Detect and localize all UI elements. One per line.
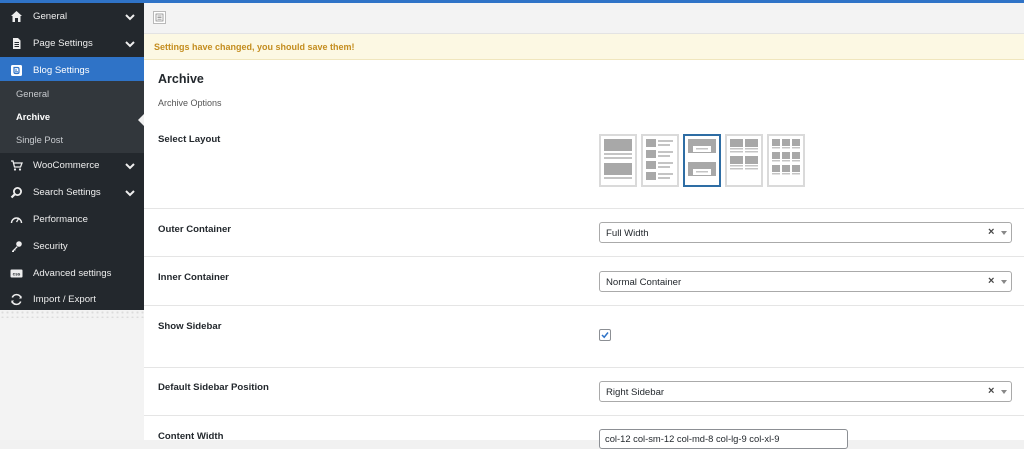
submenu-item-archive[interactable]: Archive	[16, 112, 50, 122]
sidebar-menu: General Page Settings Blog Settings Gene…	[0, 3, 144, 310]
clear-icon[interactable]: ×	[988, 226, 994, 238]
sidebar-item-security[interactable]: Security	[0, 233, 144, 260]
layout-two-column-icon	[730, 139, 758, 170]
layout-picker	[599, 134, 809, 189]
sidebar-item-search-settings[interactable]: Search Settings	[0, 179, 144, 206]
submenu-item-single-post[interactable]: Single Post	[16, 135, 63, 145]
layout-full-icon	[604, 139, 632, 179]
dropdown-arrow-icon[interactable]	[1001, 280, 1007, 284]
dropdown-arrow-icon[interactable]	[1001, 390, 1007, 394]
layout-three-column-icon	[772, 139, 800, 175]
show-sidebar-label: Show Sidebar	[158, 321, 222, 332]
submenu-item-general[interactable]: General	[16, 89, 49, 99]
key-icon	[12, 241, 22, 252]
outer-container-select[interactable]: Full Width ×	[599, 222, 1012, 243]
sidebar-item-label: WooCommerce	[33, 160, 100, 171]
sidebar-item-label: Blog Settings	[33, 65, 90, 76]
select-value: Full Width	[606, 228, 649, 239]
toolbar	[144, 3, 1024, 34]
show-sidebar-checkbox[interactable]	[599, 329, 611, 341]
layout-boxed-icon	[688, 139, 716, 176]
sidebar-position-select[interactable]: Right Sidebar ×	[599, 381, 1012, 402]
chevron-down-icon	[125, 163, 135, 170]
input-value: col-12 col-sm-12 col-md-8 col-lg-9 col-x…	[605, 433, 780, 444]
select-layout-label: Select Layout	[158, 134, 221, 145]
inner-container-select[interactable]: Normal Container ×	[599, 271, 1012, 292]
expand-options-button[interactable]	[153, 11, 166, 24]
sidebar-item-label: Import / Export	[33, 294, 96, 305]
dropdown-arrow-icon[interactable]	[1001, 231, 1007, 235]
sidebar-item-label: Security	[33, 241, 68, 252]
sidebar-item-label: General	[33, 11, 68, 22]
chevron-down-icon	[125, 190, 135, 197]
layout-option-4[interactable]	[725, 134, 763, 187]
sidebar-item-label: Advanced settings	[33, 268, 112, 279]
outer-container-label: Outer Container	[158, 224, 232, 235]
chevron-down-icon	[125, 14, 135, 21]
sidebar-item-label: Search Settings	[33, 187, 101, 198]
sidebar-item-import-export[interactable]: Import / Export	[0, 286, 144, 313]
gauge-icon	[10, 217, 23, 224]
sidebar-item-label: Performance	[33, 214, 88, 225]
checkmark-icon	[601, 332, 609, 339]
cart-icon	[11, 160, 23, 171]
row-divider	[144, 305, 1024, 306]
layout-option-1[interactable]	[599, 134, 637, 187]
sidebar: General Page Settings Blog Settings Gene…	[0, 3, 144, 440]
layout-option-5[interactable]	[767, 134, 805, 187]
css-icon: css	[10, 269, 23, 278]
clear-icon[interactable]: ×	[988, 275, 994, 287]
sidebar-item-general[interactable]: General	[0, 3, 144, 30]
section-title: Archive	[158, 72, 204, 86]
sidebar-item-label: Page Settings	[33, 38, 93, 49]
search-icon	[10, 187, 22, 199]
layout-option-3-selected[interactable]	[683, 134, 721, 187]
refresh-icon	[11, 293, 22, 306]
sidebar-item-blog-settings[interactable]: Blog Settings	[0, 57, 144, 84]
row-divider	[144, 256, 1024, 257]
unsaved-changes-notice: Settings have changed, you should save t…	[144, 34, 1024, 60]
home-icon	[11, 11, 22, 22]
row-divider	[144, 208, 1024, 209]
svg-text:css: css	[13, 272, 21, 277]
sidebar-position-label: Default Sidebar Position	[158, 382, 269, 393]
row-divider	[144, 367, 1024, 368]
sidebar-item-page-settings[interactable]: Page Settings	[0, 30, 144, 57]
sidebar-item-performance[interactable]: Performance	[0, 206, 144, 233]
layout-list-icon	[646, 139, 673, 180]
sidebar-item-woocommerce[interactable]: WooCommerce	[0, 152, 144, 179]
notice-text: Settings have changed, you should save t…	[154, 42, 355, 52]
content-width-label: Content Width	[158, 431, 224, 442]
row-divider	[144, 415, 1024, 416]
main-panel: Settings have changed, you should save t…	[144, 3, 1024, 449]
page-icon	[13, 38, 21, 49]
sidebar-collapse-strip	[0, 310, 144, 318]
content-width-input[interactable]: col-12 col-sm-12 col-md-8 col-lg-9 col-x…	[599, 429, 848, 449]
select-value: Right Sidebar	[606, 387, 665, 398]
clear-icon[interactable]: ×	[988, 385, 994, 397]
sidebar-submenu: General Archive Single Post	[0, 81, 144, 153]
chevron-down-icon	[125, 41, 135, 48]
list-icon	[155, 13, 164, 22]
sidebar-item-advanced-settings[interactable]: css Advanced settings	[0, 260, 144, 287]
section-description: Archive Options	[158, 98, 222, 108]
layout-option-2[interactable]	[641, 134, 679, 187]
select-value: Normal Container	[606, 277, 682, 288]
inner-container-label: Inner Container	[158, 272, 229, 283]
blog-icon	[11, 65, 22, 76]
